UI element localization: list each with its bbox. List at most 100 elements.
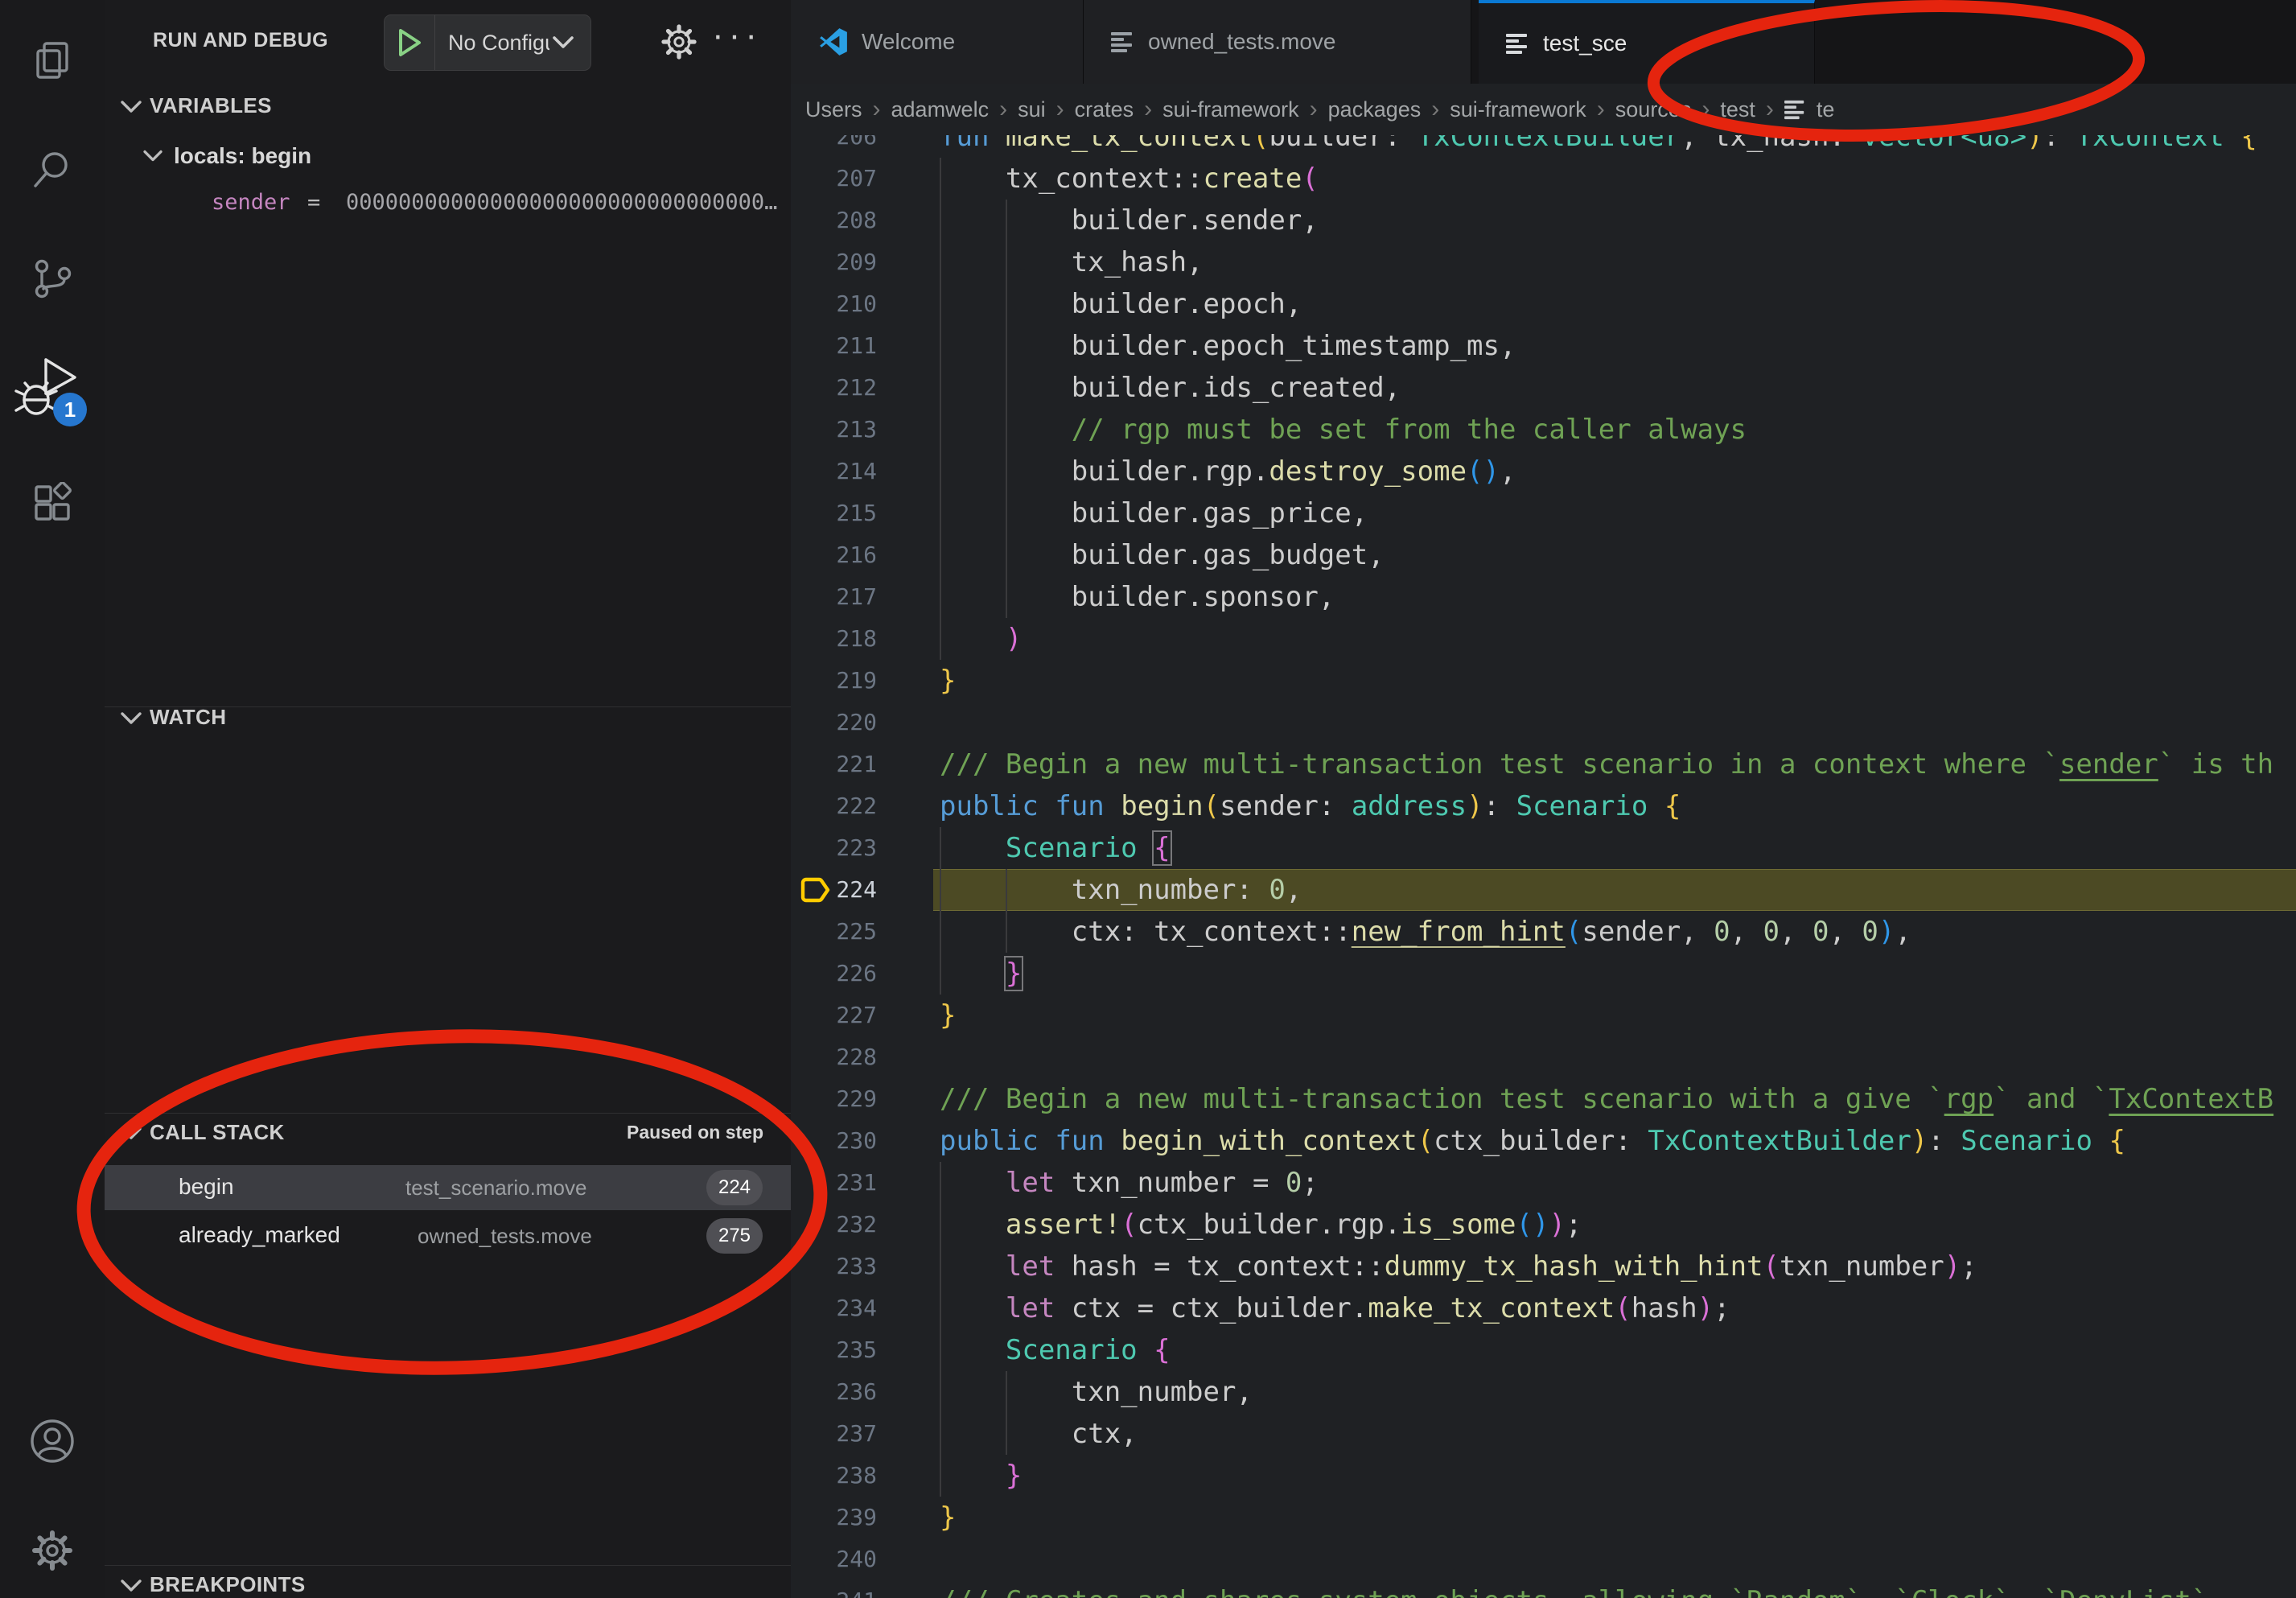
line-number[interactable]: 230	[791, 1120, 877, 1162]
line-number[interactable]: 206	[791, 135, 877, 158]
line-number[interactable]: 226	[791, 953, 877, 995]
line-number[interactable]: 225	[791, 911, 877, 953]
line-number[interactable]: 229	[791, 1078, 877, 1120]
stack-frame-row[interactable]: begin test_scenario.move 224	[105, 1165, 791, 1210]
variable-row-sender[interactable]: sender = 0000000000000000000000000000000…	[105, 190, 791, 232]
code-line[interactable]: 231 let txn_number = 0;	[791, 1162, 2296, 1204]
stack-frame-row[interactable]: already_marked owned_tests.move 275	[105, 1213, 791, 1258]
code-line[interactable]: 238 }	[791, 1455, 2296, 1497]
breadcrumb-item[interactable]: sources	[1615, 97, 1692, 122]
line-number[interactable]: 210	[791, 283, 877, 325]
code-line[interactable]: 223 Scenario {	[791, 827, 2296, 869]
line-number[interactable]: 218	[791, 618, 877, 660]
source-control-icon[interactable]	[0, 235, 105, 323]
line-number[interactable]: 235	[791, 1329, 877, 1371]
line-number[interactable]: 220	[791, 702, 877, 743]
extensions-icon[interactable]	[0, 460, 105, 549]
breadcrumbs[interactable]: Users›adamwelc›sui›crates›sui-framework›…	[791, 84, 2296, 135]
line-number[interactable]: 240	[791, 1538, 877, 1580]
line-number[interactable]: 223	[791, 827, 877, 869]
code-editor[interactable]: 206fun make_tx_context(builder: TxContex…	[791, 135, 2296, 1598]
code-line[interactable]: 214 builder.rgp.destroy_some(),	[791, 451, 2296, 492]
watch-section-header[interactable]: WATCH	[105, 702, 791, 740]
line-number[interactable]: 214	[791, 451, 877, 492]
breadcrumb-item[interactable]: Users	[805, 97, 862, 122]
launch-config-picker[interactable]: No Configura	[384, 14, 591, 71]
start-debug-button[interactable]	[385, 15, 435, 70]
line-number[interactable]: 236	[791, 1371, 877, 1413]
code-line[interactable]: 234 let ctx = ctx_builder.make_tx_contex…	[791, 1287, 2296, 1329]
line-number[interactable]: 232	[791, 1204, 877, 1246]
code-line[interactable]: 212 builder.ids_created,	[791, 367, 2296, 409]
line-number[interactable]: 241	[791, 1580, 877, 1598]
line-number[interactable]: 221	[791, 743, 877, 785]
code-line[interactable]: 210 builder.epoch,	[791, 283, 2296, 325]
account-icon[interactable]	[0, 1397, 105, 1485]
breadcrumb-item[interactable]: test	[1720, 97, 1755, 122]
line-number[interactable]: 217	[791, 576, 877, 618]
line-number[interactable]: 208	[791, 200, 877, 241]
code-line[interactable]: 215 builder.gas_price,	[791, 492, 2296, 534]
variables-section-header[interactable]: VARIABLES	[105, 90, 791, 129]
breadcrumb-item[interactable]: crates	[1075, 97, 1134, 122]
code-line[interactable]: 219}	[791, 660, 2296, 702]
code-line[interactable]: 206fun make_tx_context(builder: TxContex…	[791, 135, 2296, 158]
line-number[interactable]: 234	[791, 1287, 877, 1329]
code-line[interactable]: 220	[791, 702, 2296, 743]
code-line[interactable]: 222public fun begin(sender: address): Sc…	[791, 785, 2296, 827]
line-number[interactable]: 222	[791, 785, 877, 827]
code-line[interactable]: 225 ctx: tx_context::new_from_hint(sende…	[791, 911, 2296, 953]
line-number[interactable]: 216	[791, 534, 877, 576]
line-number[interactable]: 211	[791, 325, 877, 367]
line-number[interactable]: 228	[791, 1036, 877, 1078]
code-line[interactable]: 227}	[791, 995, 2296, 1036]
code-line[interactable]: 240	[791, 1538, 2296, 1580]
debug-settings-gear-icon[interactable]	[655, 18, 703, 66]
line-number[interactable]: 239	[791, 1497, 877, 1538]
breadcrumb-item[interactable]: adamwelc	[891, 97, 990, 122]
line-number[interactable]: 231	[791, 1162, 877, 1204]
breadcrumb-file[interactable]: te	[1784, 97, 1835, 122]
run-and-debug-icon[interactable]: 1	[0, 346, 105, 435]
code-line[interactable]: 237 ctx,	[791, 1413, 2296, 1455]
code-line[interactable]: 241/// Creates and shares system objects…	[791, 1580, 2296, 1598]
code-line[interactable]: 216 builder.gas_budget,	[791, 534, 2296, 576]
code-line[interactable]: 217 builder.sponsor,	[791, 576, 2296, 618]
more-actions-icon[interactable]: ···	[713, 11, 761, 60]
code-line[interactable]: 232 assert!(ctx_builder.rgp.is_some());	[791, 1204, 2296, 1246]
breadcrumb-item[interactable]: sui-framework	[1162, 97, 1299, 122]
line-number[interactable]: 215	[791, 492, 877, 534]
search-icon[interactable]	[0, 126, 105, 214]
breadcrumb-item[interactable]: packages	[1328, 97, 1422, 122]
tab-welcome[interactable]: Welcome	[791, 0, 1084, 84]
code-line[interactable]: 228	[791, 1036, 2296, 1078]
line-number[interactable]: 233	[791, 1246, 877, 1287]
line-number[interactable]: 227	[791, 995, 877, 1036]
code-line[interactable]: 218 )	[791, 618, 2296, 660]
code-line[interactable]: 233 let hash = tx_context::dummy_tx_hash…	[791, 1246, 2296, 1287]
line-number[interactable]: 237	[791, 1413, 877, 1455]
tab-owned-tests[interactable]: owned_tests.move	[1084, 0, 1471, 84]
code-line[interactable]: 213 // rgp must be set from the caller a…	[791, 409, 2296, 451]
explorer-icon[interactable]	[0, 16, 105, 105]
code-line[interactable]: 230public fun begin_with_context(ctx_bui…	[791, 1120, 2296, 1162]
line-number[interactable]: 207	[791, 158, 877, 200]
code-line[interactable]: 236 txn_number,	[791, 1371, 2296, 1413]
settings-gear-icon[interactable]	[0, 1506, 105, 1595]
line-number[interactable]: 212	[791, 367, 877, 409]
call-stack-section-header[interactable]: CALL STACK Paused on step	[105, 1117, 791, 1155]
code-line[interactable]: 221/// Begin a new multi-transaction tes…	[791, 743, 2296, 785]
code-line[interactable]: 226 }	[791, 953, 2296, 995]
line-number[interactable]: 238	[791, 1455, 877, 1497]
code-line[interactable]: 229/// Begin a new multi-transaction tes…	[791, 1078, 2296, 1120]
breakpoints-section-header[interactable]: BREAKPOINTS	[105, 1569, 791, 1598]
locals-scope-row[interactable]: locals: begin	[105, 142, 791, 180]
tab-test-scenario[interactable]: test_sce	[1479, 0, 1815, 84]
breadcrumb-item[interactable]: sui	[1018, 97, 1046, 122]
code-line[interactable]: 211 builder.epoch_timestamp_ms,	[791, 325, 2296, 367]
code-line[interactable]: 208 builder.sender,	[791, 200, 2296, 241]
line-number[interactable]: 209	[791, 241, 877, 283]
code-line[interactable]: 207 tx_context::create(	[791, 158, 2296, 200]
breadcrumb-item[interactable]: sui-framework	[1450, 97, 1586, 122]
code-line[interactable]: 209 tx_hash,	[791, 241, 2296, 283]
